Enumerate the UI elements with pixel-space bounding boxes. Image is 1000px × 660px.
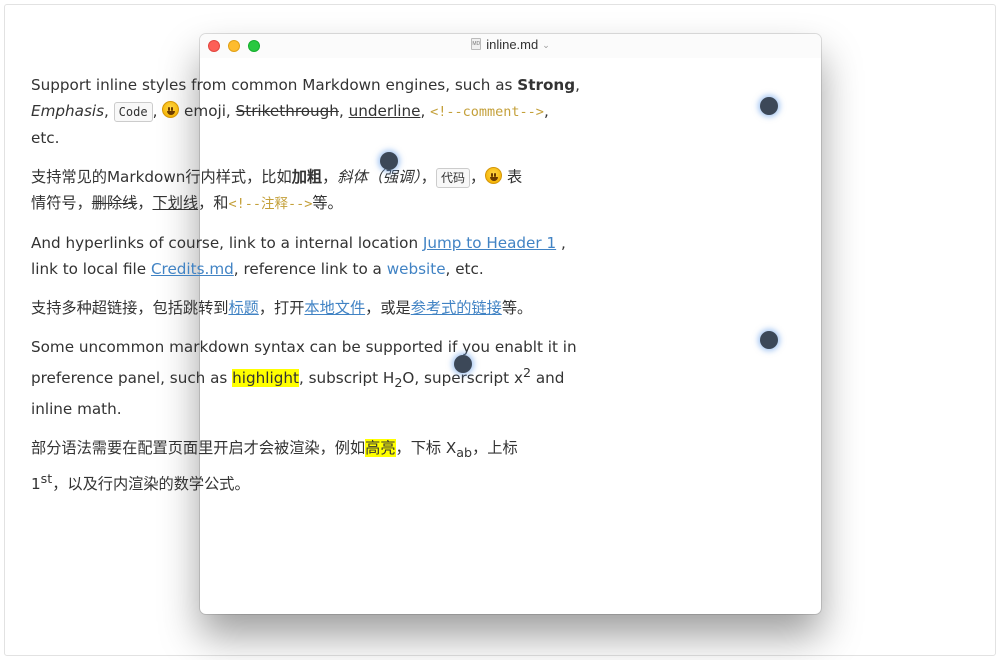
underline-text: underline bbox=[348, 102, 421, 120]
text: Support inline styles from common Markdo… bbox=[31, 76, 518, 94]
text: , bbox=[575, 76, 580, 94]
cursor-marker-dot bbox=[454, 355, 472, 373]
strikethrough-text: Strikethrough bbox=[235, 102, 339, 120]
paragraph-inline-styles-en: Support inline styles from common Markdo… bbox=[31, 72, 591, 151]
paragraph-extended-syntax-zh: 部分语法需要在配置页面里开启才会被渲染，例如高亮，下标 Xab，上标 1st，以… bbox=[31, 435, 591, 497]
text: ，下标 X bbox=[395, 439, 457, 458]
reference-link[interactable]: 参考式的链接 bbox=[411, 299, 502, 317]
strong-text: Strong bbox=[517, 76, 576, 94]
text: Some uncommon markdown syntax can be sup… bbox=[31, 338, 577, 356]
text: ，上标 bbox=[472, 439, 518, 458]
document-content[interactable]: Support inline styles from common Markdo… bbox=[31, 72, 591, 510]
subscript-text: ab bbox=[456, 445, 473, 461]
text: , bbox=[338, 102, 349, 120]
text: 表 bbox=[502, 168, 523, 186]
text: 等。 bbox=[312, 194, 343, 212]
text: ，和 bbox=[198, 194, 229, 212]
grinning-face-emoji-icon bbox=[485, 167, 503, 184]
text: , bbox=[152, 102, 163, 120]
local-file-link[interactable]: Credits.md bbox=[151, 260, 234, 278]
text: 1 bbox=[31, 475, 41, 494]
text: and bbox=[531, 369, 565, 388]
text: ，以及行内渲染的数学公式。 bbox=[52, 475, 250, 494]
text: ，或是 bbox=[365, 299, 411, 317]
strong-text: 加粗 bbox=[291, 168, 323, 186]
text: ， bbox=[469, 168, 486, 186]
text: preference panel, such as bbox=[31, 369, 233, 388]
text: inline math. bbox=[31, 400, 122, 419]
markdown-file-icon: MD bbox=[471, 38, 482, 50]
html-comment-text: <!--注释--> bbox=[228, 196, 313, 212]
inline-code: 代码 bbox=[435, 168, 470, 188]
reference-link[interactable]: website bbox=[387, 260, 446, 278]
text: etc. bbox=[31, 129, 60, 147]
highlight-text: 高亮 bbox=[365, 439, 396, 458]
strikethrough-text: 删除线 bbox=[91, 194, 138, 212]
local-file-link[interactable]: 本地文件 bbox=[304, 299, 365, 317]
text: , etc. bbox=[445, 260, 484, 278]
cursor-marker-dot bbox=[760, 97, 778, 115]
superscript-text: st bbox=[40, 471, 53, 487]
text: ， bbox=[420, 168, 436, 186]
title-bar: MD inline.md ⌄ bbox=[200, 34, 821, 58]
emphasis-text: 斜体（强调） bbox=[337, 168, 421, 186]
paragraph-hyperlinks-en: And hyperlinks of course, link to a inte… bbox=[31, 230, 591, 282]
grinning-face-emoji-icon bbox=[162, 101, 180, 118]
highlight-text: highlight bbox=[232, 369, 299, 388]
header-anchor-link[interactable]: Jump to Header 1 bbox=[423, 234, 556, 252]
text: , bbox=[420, 102, 431, 120]
text: , bbox=[104, 102, 114, 120]
text: , bbox=[556, 234, 566, 252]
text: 等。 bbox=[501, 299, 533, 317]
underline-text: 下划线 bbox=[152, 194, 199, 212]
text: ， bbox=[137, 194, 153, 212]
window-title-area[interactable]: MD inline.md ⌄ bbox=[200, 37, 821, 52]
paragraph-extended-syntax-en: Some uncommon markdown syntax can be sup… bbox=[31, 334, 591, 422]
inline-code: Code bbox=[113, 102, 153, 122]
superscript-text: 2 bbox=[522, 365, 531, 380]
text: , bbox=[543, 102, 549, 120]
html-comment-text: <!--comment--> bbox=[430, 104, 544, 120]
text: 情符号， bbox=[31, 194, 92, 212]
paragraph-hyperlinks-zh: 支持多种超链接，包括跳转到标题，打开本地文件，或是参考式的链接等。 bbox=[31, 295, 591, 321]
chevron-down-icon[interactable]: ⌄ bbox=[542, 40, 550, 51]
text: 支持多种超链接，包括跳转到 bbox=[31, 299, 229, 317]
text: , reference link to a bbox=[233, 260, 387, 278]
window-title: inline.md bbox=[486, 37, 539, 52]
cursor-marker-dot bbox=[760, 331, 778, 349]
paragraph-inline-styles-zh: 支持常见的Markdown行内样式，比如加粗，斜体（强调）， 代码， 表 情符号，… bbox=[31, 164, 591, 217]
text: link to local file bbox=[31, 260, 151, 278]
text: ， bbox=[322, 168, 338, 186]
text: 部分语法需要在配置页面里开启才会被渲染，例如 bbox=[31, 439, 366, 458]
text: ，打开 bbox=[258, 299, 305, 317]
text: 支持常见的Markdown行内样式，比如 bbox=[31, 168, 292, 186]
header-anchor-link[interactable]: 标题 bbox=[228, 299, 258, 317]
cursor-marker-dot bbox=[380, 152, 398, 170]
text: , subscript H bbox=[298, 369, 395, 388]
text: And hyperlinks of course, link to a inte… bbox=[31, 234, 423, 252]
text: emoji, bbox=[179, 102, 236, 120]
emphasis-text: Emphasis bbox=[31, 102, 105, 120]
